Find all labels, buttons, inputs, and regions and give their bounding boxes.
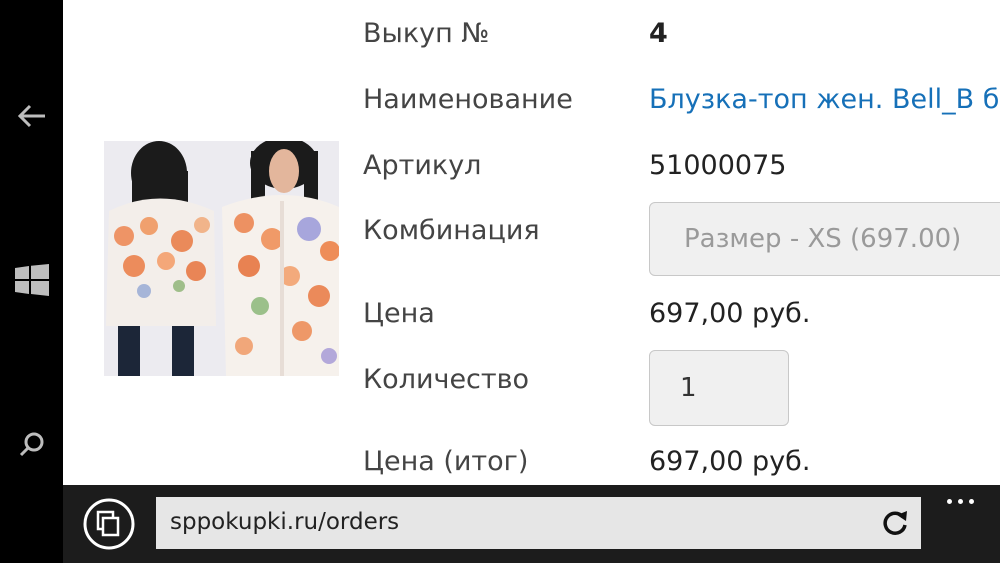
more-options-button[interactable] bbox=[935, 489, 985, 513]
phone-screen: Выкуп № 4 Наименование Блузка-топ жен. B… bbox=[0, 0, 1000, 563]
article-label: Артикул bbox=[363, 150, 482, 181]
refresh-button[interactable] bbox=[875, 503, 915, 543]
order-number-label: Выкуп № bbox=[363, 18, 490, 49]
quantity-label: Количество bbox=[363, 364, 530, 395]
start-button[interactable] bbox=[0, 250, 63, 310]
price-label: Цена bbox=[363, 298, 435, 329]
address-bar[interactable]: sppokupki.ru/orders bbox=[156, 497, 921, 549]
product-name-label: Наименование bbox=[363, 84, 573, 115]
article-value: 51000075 bbox=[649, 150, 787, 181]
browser-app-bar: sppokupki.ru/orders bbox=[63, 485, 1000, 563]
combination-select[interactable]: Размер - XS (697.00) bbox=[649, 202, 1000, 276]
combination-select-value: Размер - XS (697.00) bbox=[684, 224, 962, 254]
navigation-bar bbox=[0, 0, 63, 563]
more-ellipsis-dot bbox=[957, 498, 963, 504]
product-name-link[interactable]: Блузка-топ жен. Bell_B бе bbox=[649, 84, 1000, 115]
back-button[interactable] bbox=[0, 86, 63, 146]
windows-logo-icon bbox=[14, 264, 49, 296]
tabs-button[interactable] bbox=[82, 497, 136, 551]
price-value: 697,00 руб. bbox=[649, 298, 811, 329]
tabs-icon bbox=[83, 498, 135, 550]
address-url: sppokupki.ru/orders bbox=[170, 509, 400, 535]
back-arrow-icon bbox=[17, 104, 45, 128]
blouse-photo bbox=[104, 141, 339, 376]
product-image[interactable] bbox=[104, 141, 339, 376]
quantity-input[interactable]: 1 bbox=[649, 350, 789, 426]
combination-label: Комбинация bbox=[363, 215, 540, 246]
refresh-icon bbox=[883, 511, 907, 535]
quantity-input-value: 1 bbox=[680, 373, 697, 403]
more-ellipsis-dot bbox=[968, 498, 974, 504]
order-number-value: 4 bbox=[649, 18, 668, 49]
search-icon bbox=[19, 432, 43, 457]
total-price-label: Цена (итог) bbox=[363, 446, 529, 477]
order-details-page: Выкуп № 4 Наименование Блузка-топ жен. B… bbox=[63, 0, 1000, 485]
total-price-value: 697,00 руб. bbox=[649, 446, 811, 477]
more-ellipsis-icon bbox=[946, 498, 952, 504]
search-button[interactable] bbox=[0, 415, 63, 475]
